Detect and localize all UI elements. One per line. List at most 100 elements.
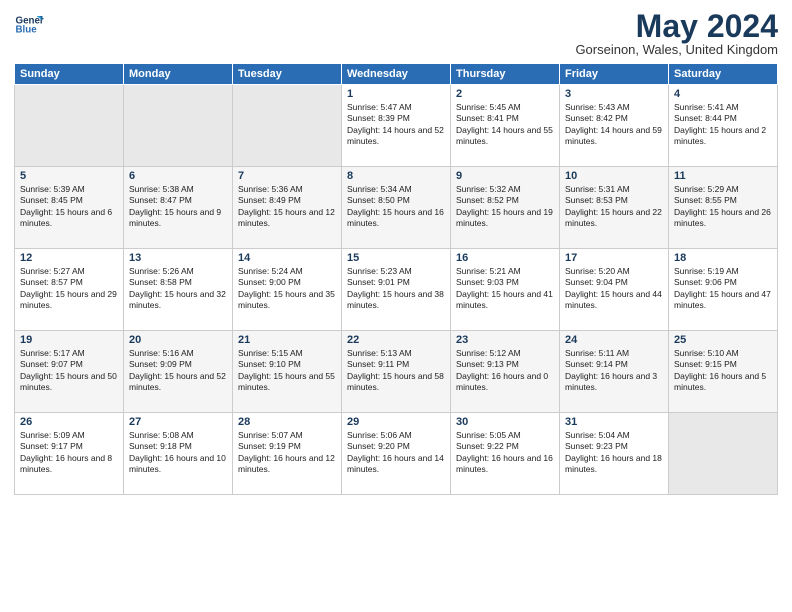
table-row: 11 Sunrise: 5:29 AM Sunset: 8:55 PM Dayli… bbox=[669, 167, 778, 249]
table-row: 23 Sunrise: 5:12 AM Sunset: 9:13 PM Dayli… bbox=[451, 331, 560, 413]
table-row bbox=[669, 413, 778, 495]
day-number: 27 bbox=[129, 416, 227, 428]
header-tuesday: Tuesday bbox=[233, 64, 342, 85]
table-row: 10Sunrise: 5:31 AM Sunset: 8:53 PM Dayli… bbox=[560, 167, 669, 249]
table-row bbox=[124, 85, 233, 167]
day-info: Sunrise: 5:23 AM Sunset: 9:01 PM Dayligh… bbox=[347, 266, 445, 312]
day-number: 23 bbox=[456, 334, 554, 346]
day-info: Sunrise: 5:07 AM Sunset: 9:19 PM Dayligh… bbox=[238, 430, 336, 476]
day-number: 30 bbox=[456, 416, 554, 428]
table-row: 25Sunrise: 5:10 AM Sunset: 9:15 PM Dayli… bbox=[669, 331, 778, 413]
table-row: 22Sunrise: 5:13 AM Sunset: 9:11 PM Dayli… bbox=[342, 331, 451, 413]
logo: General Blue bbox=[14, 10, 44, 40]
table-row: 31 Sunrise: 5:04 AM Sunset: 9:23 PM Dayli… bbox=[560, 413, 669, 495]
table-row: 29 Sunrise: 5:06 AM Sunset: 9:20 PM Dayli… bbox=[342, 413, 451, 495]
calendar-week-row-3: 12 Sunrise: 5:27 AM Sunset: 8:57 PM Dayli… bbox=[15, 249, 778, 331]
day-info: Sunrise: 5:43 AM Sunset: 8:42 PM Dayligh… bbox=[565, 102, 663, 148]
day-number: 18 bbox=[674, 252, 772, 264]
table-row: 14 Sunrise: 5:24 AM Sunset: 9:00 PM Dayli… bbox=[233, 249, 342, 331]
day-info: Sunrise: 5:29 AM Sunset: 8:55 PM Dayligh… bbox=[674, 184, 772, 230]
svg-text:Blue: Blue bbox=[16, 25, 38, 36]
day-info: Sunrise: 5:24 AM Sunset: 9:00 PM Dayligh… bbox=[238, 266, 336, 312]
day-info: Sunrise: 5:36 AM Sunset: 8:49 PM Dayligh… bbox=[238, 184, 336, 230]
day-info: Sunrise: 5:06 AM Sunset: 9:20 PM Dayligh… bbox=[347, 430, 445, 476]
table-row: 7 Sunrise: 5:36 AM Sunset: 8:49 PM Daylig… bbox=[233, 167, 342, 249]
day-number: 31 bbox=[565, 416, 663, 428]
day-number: 7 bbox=[238, 170, 336, 182]
table-row: 18Sunrise: 5:19 AM Sunset: 9:06 PM Dayli… bbox=[669, 249, 778, 331]
day-info: Sunrise: 5:13 AM Sunset: 9:11 PM Dayligh… bbox=[347, 348, 445, 394]
header: General Blue May 2024 Gorseinon, Wales, … bbox=[14, 10, 778, 57]
day-info: Sunrise: 5:04 AM Sunset: 9:23 PM Dayligh… bbox=[565, 430, 663, 476]
title-block: May 2024 Gorseinon, Wales, United Kingdo… bbox=[575, 10, 778, 57]
header-monday: Monday bbox=[124, 64, 233, 85]
day-info: Sunrise: 5:11 AM Sunset: 9:14 PM Dayligh… bbox=[565, 348, 663, 394]
day-info: Sunrise: 5:26 AM Sunset: 8:58 PM Dayligh… bbox=[129, 266, 227, 312]
day-info: Sunrise: 5:09 AM Sunset: 9:17 PM Dayligh… bbox=[20, 430, 118, 476]
day-number: 8 bbox=[347, 170, 445, 182]
table-row: 30 Sunrise: 5:05 AM Sunset: 9:22 PM Dayli… bbox=[451, 413, 560, 495]
day-number: 10 bbox=[565, 170, 663, 182]
logo-icon: General Blue bbox=[14, 10, 44, 40]
day-number: 29 bbox=[347, 416, 445, 428]
day-number: 3 bbox=[565, 88, 663, 100]
table-row: 26 Sunrise: 5:09 AM Sunset: 9:17 PM Dayli… bbox=[15, 413, 124, 495]
day-number: 26 bbox=[20, 416, 118, 428]
day-number: 24 bbox=[565, 334, 663, 346]
calendar-table: Sunday Monday Tuesday Wednesday Thursday… bbox=[14, 63, 778, 495]
day-info: Sunrise: 5:45 AM Sunset: 8:41 PM Dayligh… bbox=[456, 102, 554, 148]
calendar-week-row-1: 1Sunrise: 5:47 AM Sunset: 8:39 PM Daylig… bbox=[15, 85, 778, 167]
day-number: 28 bbox=[238, 416, 336, 428]
table-row: 27Sunrise: 5:08 AM Sunset: 9:18 PM Dayli… bbox=[124, 413, 233, 495]
day-number: 5 bbox=[20, 170, 118, 182]
table-row: 19Sunrise: 5:17 AM Sunset: 9:07 PM Dayli… bbox=[15, 331, 124, 413]
table-row: 20Sunrise: 5:16 AM Sunset: 9:09 PM Dayli… bbox=[124, 331, 233, 413]
table-row: 8Sunrise: 5:34 AM Sunset: 8:50 PM Daylig… bbox=[342, 167, 451, 249]
day-number: 4 bbox=[674, 88, 772, 100]
header-wednesday: Wednesday bbox=[342, 64, 451, 85]
day-number: 12 bbox=[20, 252, 118, 264]
table-row: 15 Sunrise: 5:23 AM Sunset: 9:01 PM Dayli… bbox=[342, 249, 451, 331]
table-row: 5 Sunrise: 5:39 AM Sunset: 8:45 PM Daylig… bbox=[15, 167, 124, 249]
day-info: Sunrise: 5:16 AM Sunset: 9:09 PM Dayligh… bbox=[129, 348, 227, 394]
header-friday: Friday bbox=[560, 64, 669, 85]
table-row: 4 Sunrise: 5:41 AM Sunset: 8:44 PM Daylig… bbox=[669, 85, 778, 167]
day-info: Sunrise: 5:27 AM Sunset: 8:57 PM Dayligh… bbox=[20, 266, 118, 312]
header-thursday: Thursday bbox=[451, 64, 560, 85]
day-info: Sunrise: 5:12 AM Sunset: 9:13 PM Dayligh… bbox=[456, 348, 554, 394]
table-row: 3 Sunrise: 5:43 AM Sunset: 8:42 PM Daylig… bbox=[560, 85, 669, 167]
calendar-header-row: Sunday Monday Tuesday Wednesday Thursday… bbox=[15, 64, 778, 85]
day-number: 11 bbox=[674, 170, 772, 182]
day-info: Sunrise: 5:05 AM Sunset: 9:22 PM Dayligh… bbox=[456, 430, 554, 476]
day-number: 14 bbox=[238, 252, 336, 264]
header-saturday: Saturday bbox=[669, 64, 778, 85]
day-info: Sunrise: 5:15 AM Sunset: 9:10 PM Dayligh… bbox=[238, 348, 336, 394]
table-row: 17Sunrise: 5:20 AM Sunset: 9:04 PM Dayli… bbox=[560, 249, 669, 331]
table-row: 28 Sunrise: 5:07 AM Sunset: 9:19 PM Dayli… bbox=[233, 413, 342, 495]
page: General Blue May 2024 Gorseinon, Wales, … bbox=[0, 0, 792, 612]
table-row: 21 Sunrise: 5:15 AM Sunset: 9:10 PM Dayli… bbox=[233, 331, 342, 413]
day-number: 9 bbox=[456, 170, 554, 182]
day-number: 1 bbox=[347, 88, 445, 100]
table-row: 13Sunrise: 5:26 AM Sunset: 8:58 PM Dayli… bbox=[124, 249, 233, 331]
table-row: 6Sunrise: 5:38 AM Sunset: 8:47 PM Daylig… bbox=[124, 167, 233, 249]
day-info: Sunrise: 5:17 AM Sunset: 9:07 PM Dayligh… bbox=[20, 348, 118, 394]
table-row bbox=[233, 85, 342, 167]
day-number: 2 bbox=[456, 88, 554, 100]
month-title: May 2024 bbox=[575, 10, 778, 42]
day-number: 15 bbox=[347, 252, 445, 264]
day-number: 17 bbox=[565, 252, 663, 264]
table-row: 16 Sunrise: 5:21 AM Sunset: 9:03 PM Dayli… bbox=[451, 249, 560, 331]
table-row: 2 Sunrise: 5:45 AM Sunset: 8:41 PM Daylig… bbox=[451, 85, 560, 167]
day-info: Sunrise: 5:39 AM Sunset: 8:45 PM Dayligh… bbox=[20, 184, 118, 230]
location: Gorseinon, Wales, United Kingdom bbox=[575, 42, 778, 57]
day-info: Sunrise: 5:21 AM Sunset: 9:03 PM Dayligh… bbox=[456, 266, 554, 312]
day-number: 21 bbox=[238, 334, 336, 346]
day-info: Sunrise: 5:41 AM Sunset: 8:44 PM Dayligh… bbox=[674, 102, 772, 148]
day-info: Sunrise: 5:32 AM Sunset: 8:52 PM Dayligh… bbox=[456, 184, 554, 230]
day-number: 16 bbox=[456, 252, 554, 264]
day-info: Sunrise: 5:38 AM Sunset: 8:47 PM Dayligh… bbox=[129, 184, 227, 230]
day-info: Sunrise: 5:10 AM Sunset: 9:15 PM Dayligh… bbox=[674, 348, 772, 394]
table-row: 24 Sunrise: 5:11 AM Sunset: 9:14 PM Dayli… bbox=[560, 331, 669, 413]
table-row: 1Sunrise: 5:47 AM Sunset: 8:39 PM Daylig… bbox=[342, 85, 451, 167]
